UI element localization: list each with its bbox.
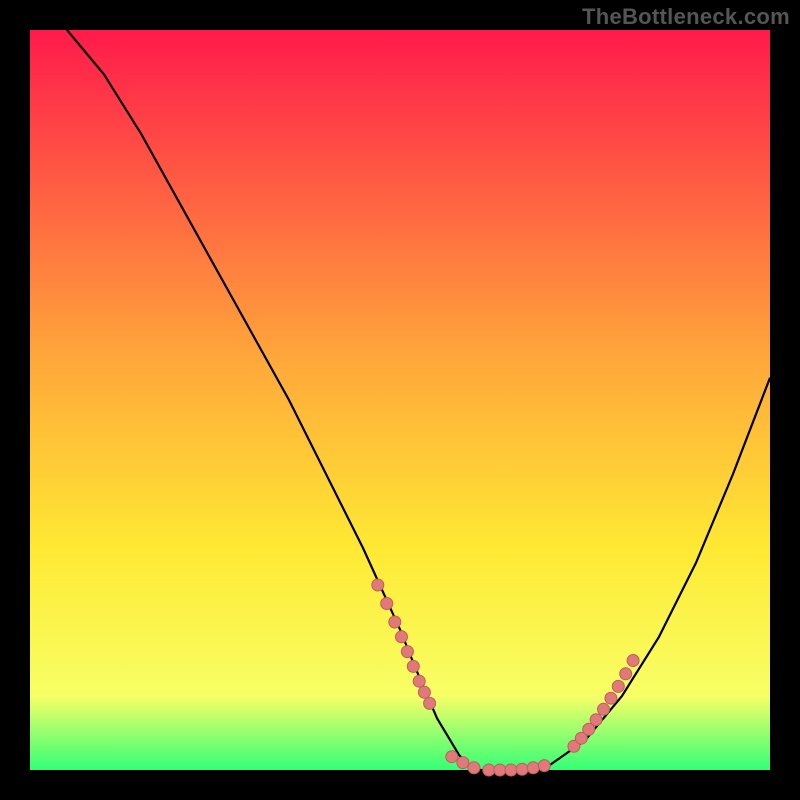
highlight-dot [620, 668, 632, 680]
highlight-dot [389, 616, 401, 628]
watermark-text: TheBottleneck.com [582, 4, 790, 30]
highlight-dot [598, 703, 610, 715]
highlight-dot [457, 757, 469, 769]
highlight-dot [446, 751, 458, 763]
highlight-dot [627, 655, 639, 667]
highlight-dot [516, 763, 528, 775]
chart-frame: TheBottleneck.com [0, 0, 800, 800]
highlight-dot [381, 598, 393, 610]
plot-background [30, 30, 770, 770]
highlight-dot [401, 646, 413, 658]
highlight-dot [468, 762, 480, 774]
highlight-dot [413, 675, 425, 687]
highlight-dot [418, 686, 430, 698]
highlight-dot [424, 697, 436, 709]
highlight-dot [483, 764, 495, 776]
highlight-dot [494, 764, 506, 776]
highlight-dot [538, 760, 550, 772]
highlight-dot [605, 692, 617, 704]
highlight-dot [396, 631, 408, 643]
highlight-dot [612, 680, 624, 692]
highlight-dot [372, 579, 384, 591]
highlight-dot [407, 660, 419, 672]
highlight-dot [505, 764, 517, 776]
highlight-dot [590, 714, 602, 726]
bottleneck-chart [0, 0, 800, 800]
highlight-dot [527, 762, 539, 774]
